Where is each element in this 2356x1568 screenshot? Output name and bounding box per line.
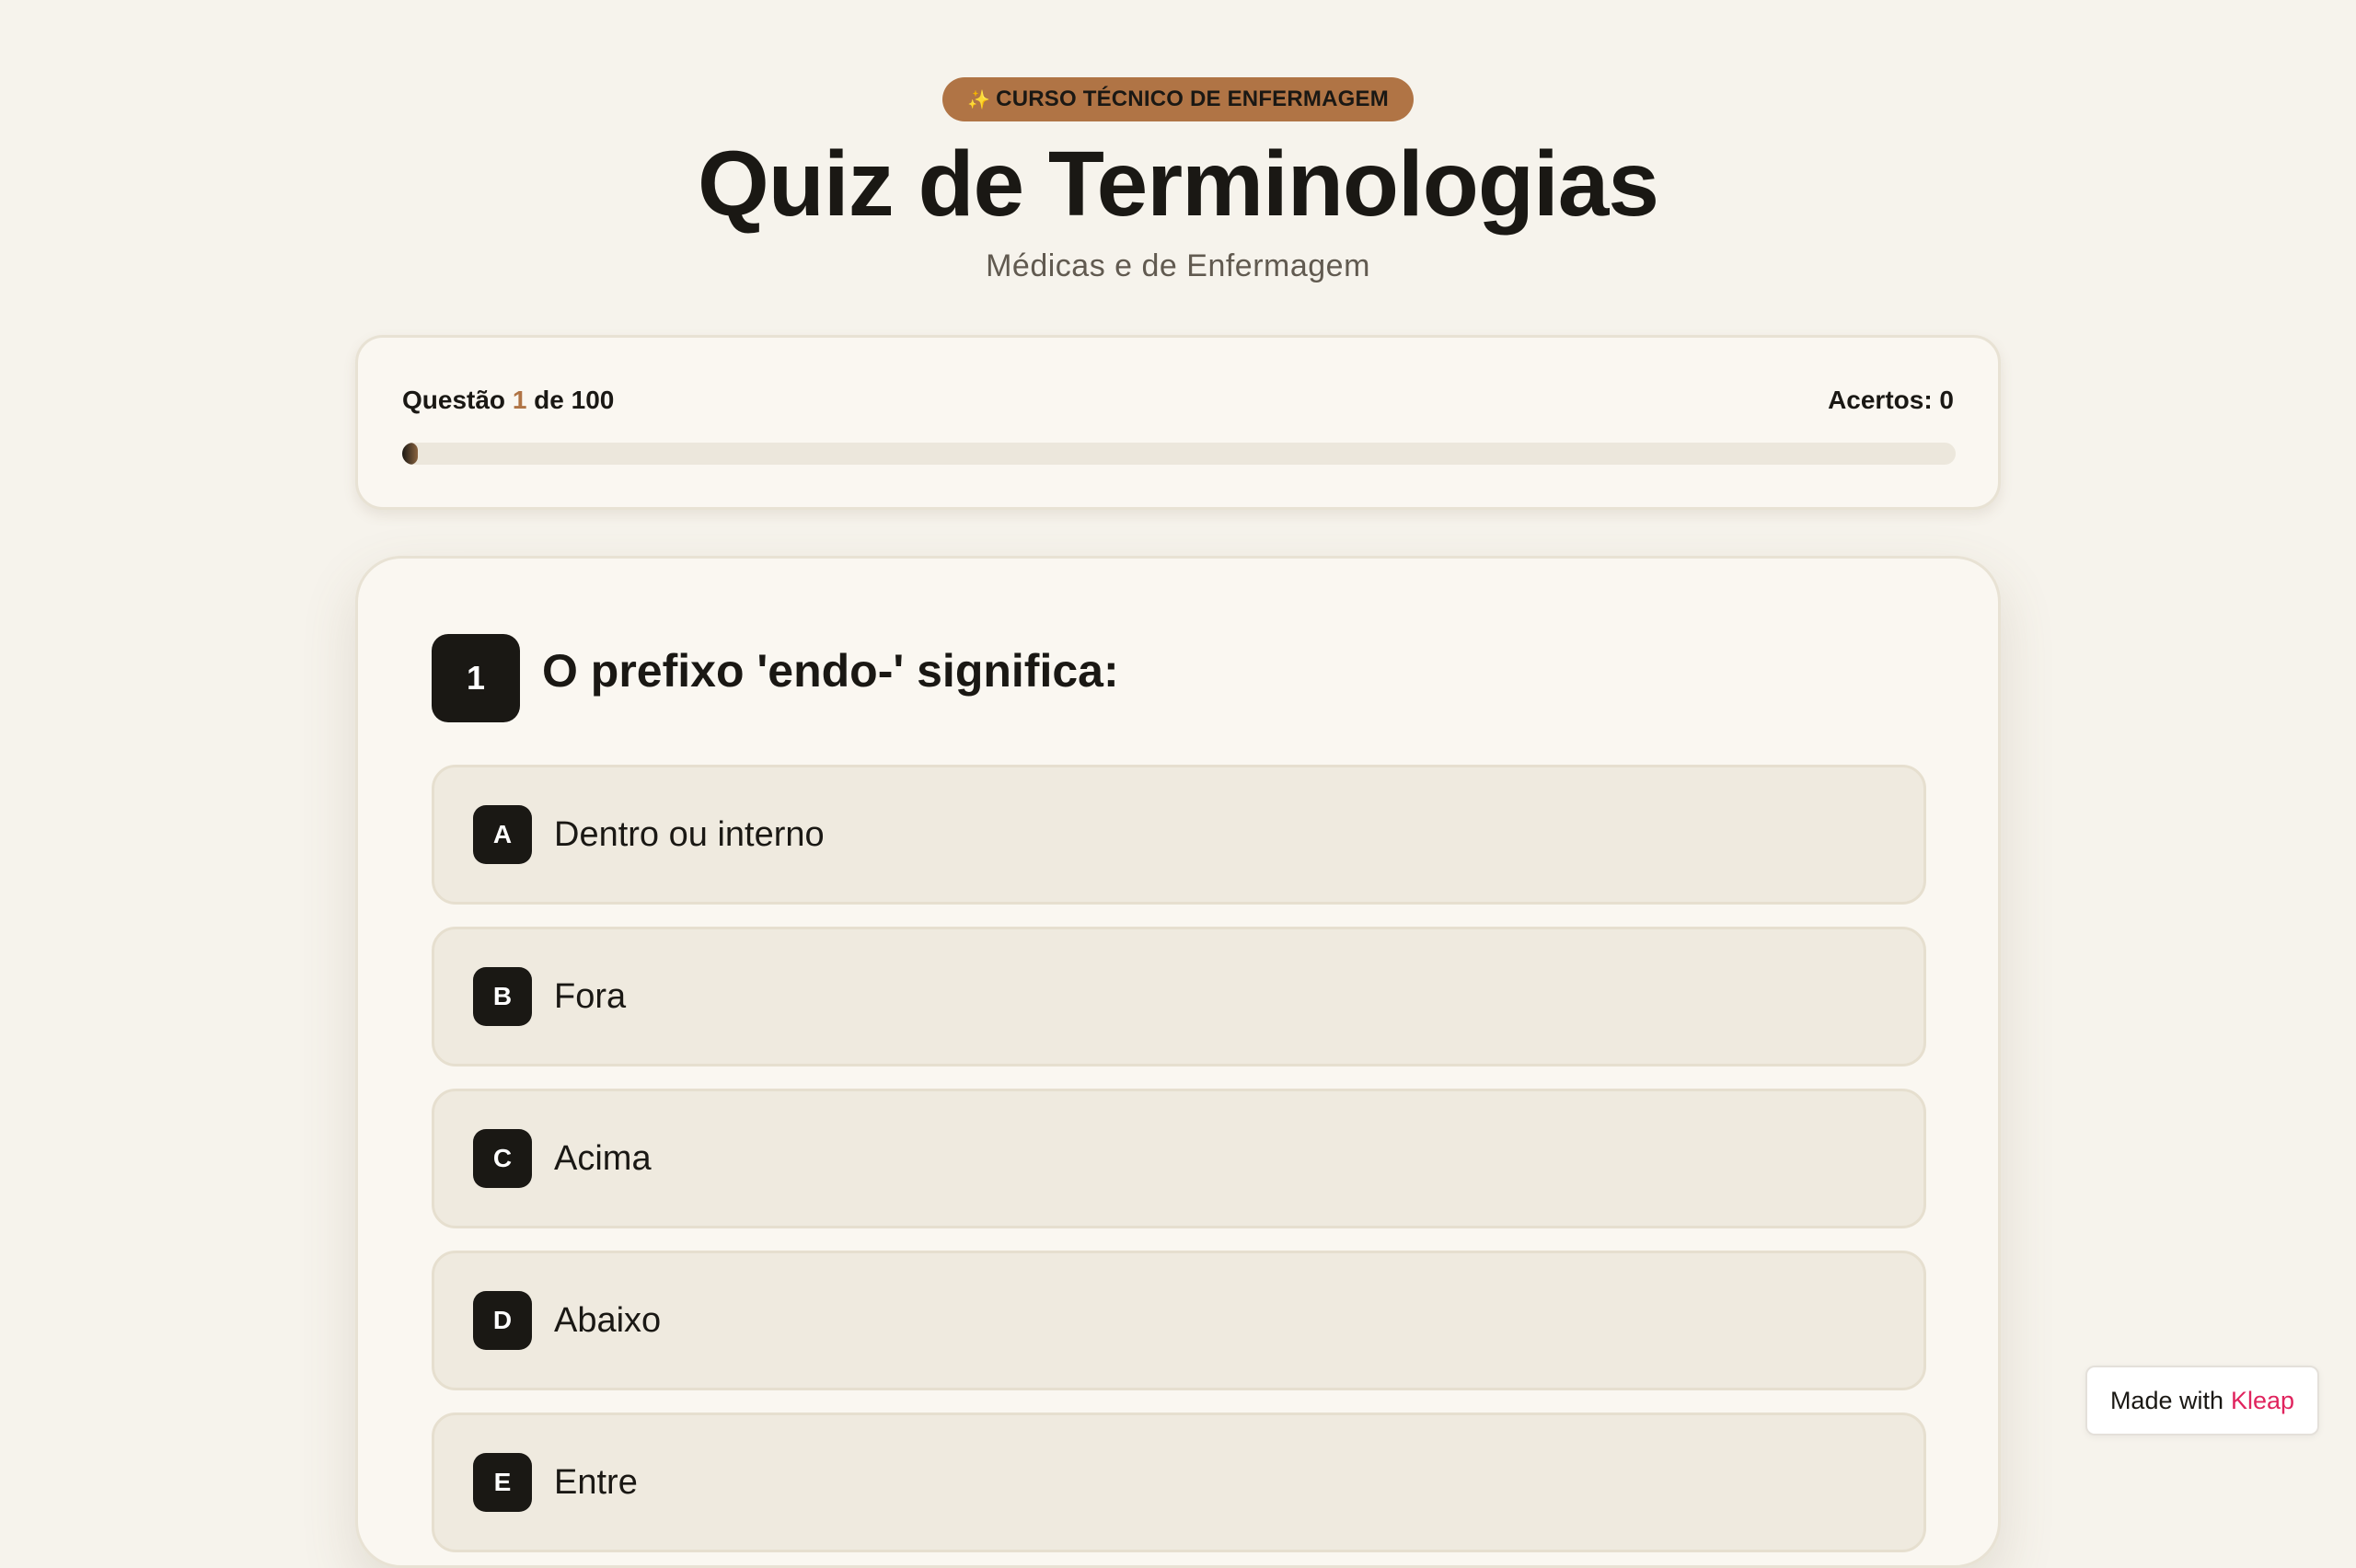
score-label: Acertos: 0 [1828,386,1954,414]
question-counter: Questão 1 de 100 [402,386,614,415]
option-e[interactable]: E Entre [432,1412,1926,1552]
option-b[interactable]: B Fora [432,927,1926,1066]
counter-middle: de [534,386,564,414]
option-a[interactable]: A Dentro ou interno [432,765,1926,905]
question-number-badge: 1 [432,634,520,722]
progress-bar [402,443,1956,465]
badge-label: CURSO TÉCNICO DE ENFERMAGEM [996,86,1389,111]
sparkle-icon: ✨ [967,89,991,110]
course-badge: ✨ CURSO TÉCNICO DE ENFERMAGEM [942,77,1414,121]
option-text: Abaixo [554,1300,662,1340]
option-text: Dentro ou interno [554,814,825,854]
progress-fill [402,443,418,465]
option-text: Acima [554,1138,652,1178]
option-text: Entre [554,1462,638,1502]
kleap-brand: Kleap [2231,1386,2295,1414]
question-text: O prefixo 'endo-' significa: [542,645,1119,697]
page-subtitle: Médicas e de Enfermagem [986,248,1370,283]
counter-total: 100 [571,386,615,414]
page-title: Quiz de Terminologias [698,133,1659,236]
option-c[interactable]: C Acima [432,1089,1926,1228]
option-letter: D [473,1291,532,1350]
option-text: Fora [554,976,627,1016]
counter-current: 1 [512,386,527,414]
question-card: 1 O prefixo 'endo-' significa: A Dentro … [355,556,2001,1568]
counter-prefix: Questão [402,386,506,414]
option-letter: C [473,1129,532,1188]
option-letter: E [473,1453,532,1512]
option-letter: B [473,967,532,1026]
made-with-kleap-link[interactable]: Made with Kleap [2085,1366,2319,1435]
option-letter: A [473,805,532,864]
progress-card: Questão 1 de 100 Acertos: 0 [355,335,2001,510]
option-d[interactable]: D Abaixo [432,1251,1926,1390]
made-with-label: Made with [2109,1386,2223,1414]
